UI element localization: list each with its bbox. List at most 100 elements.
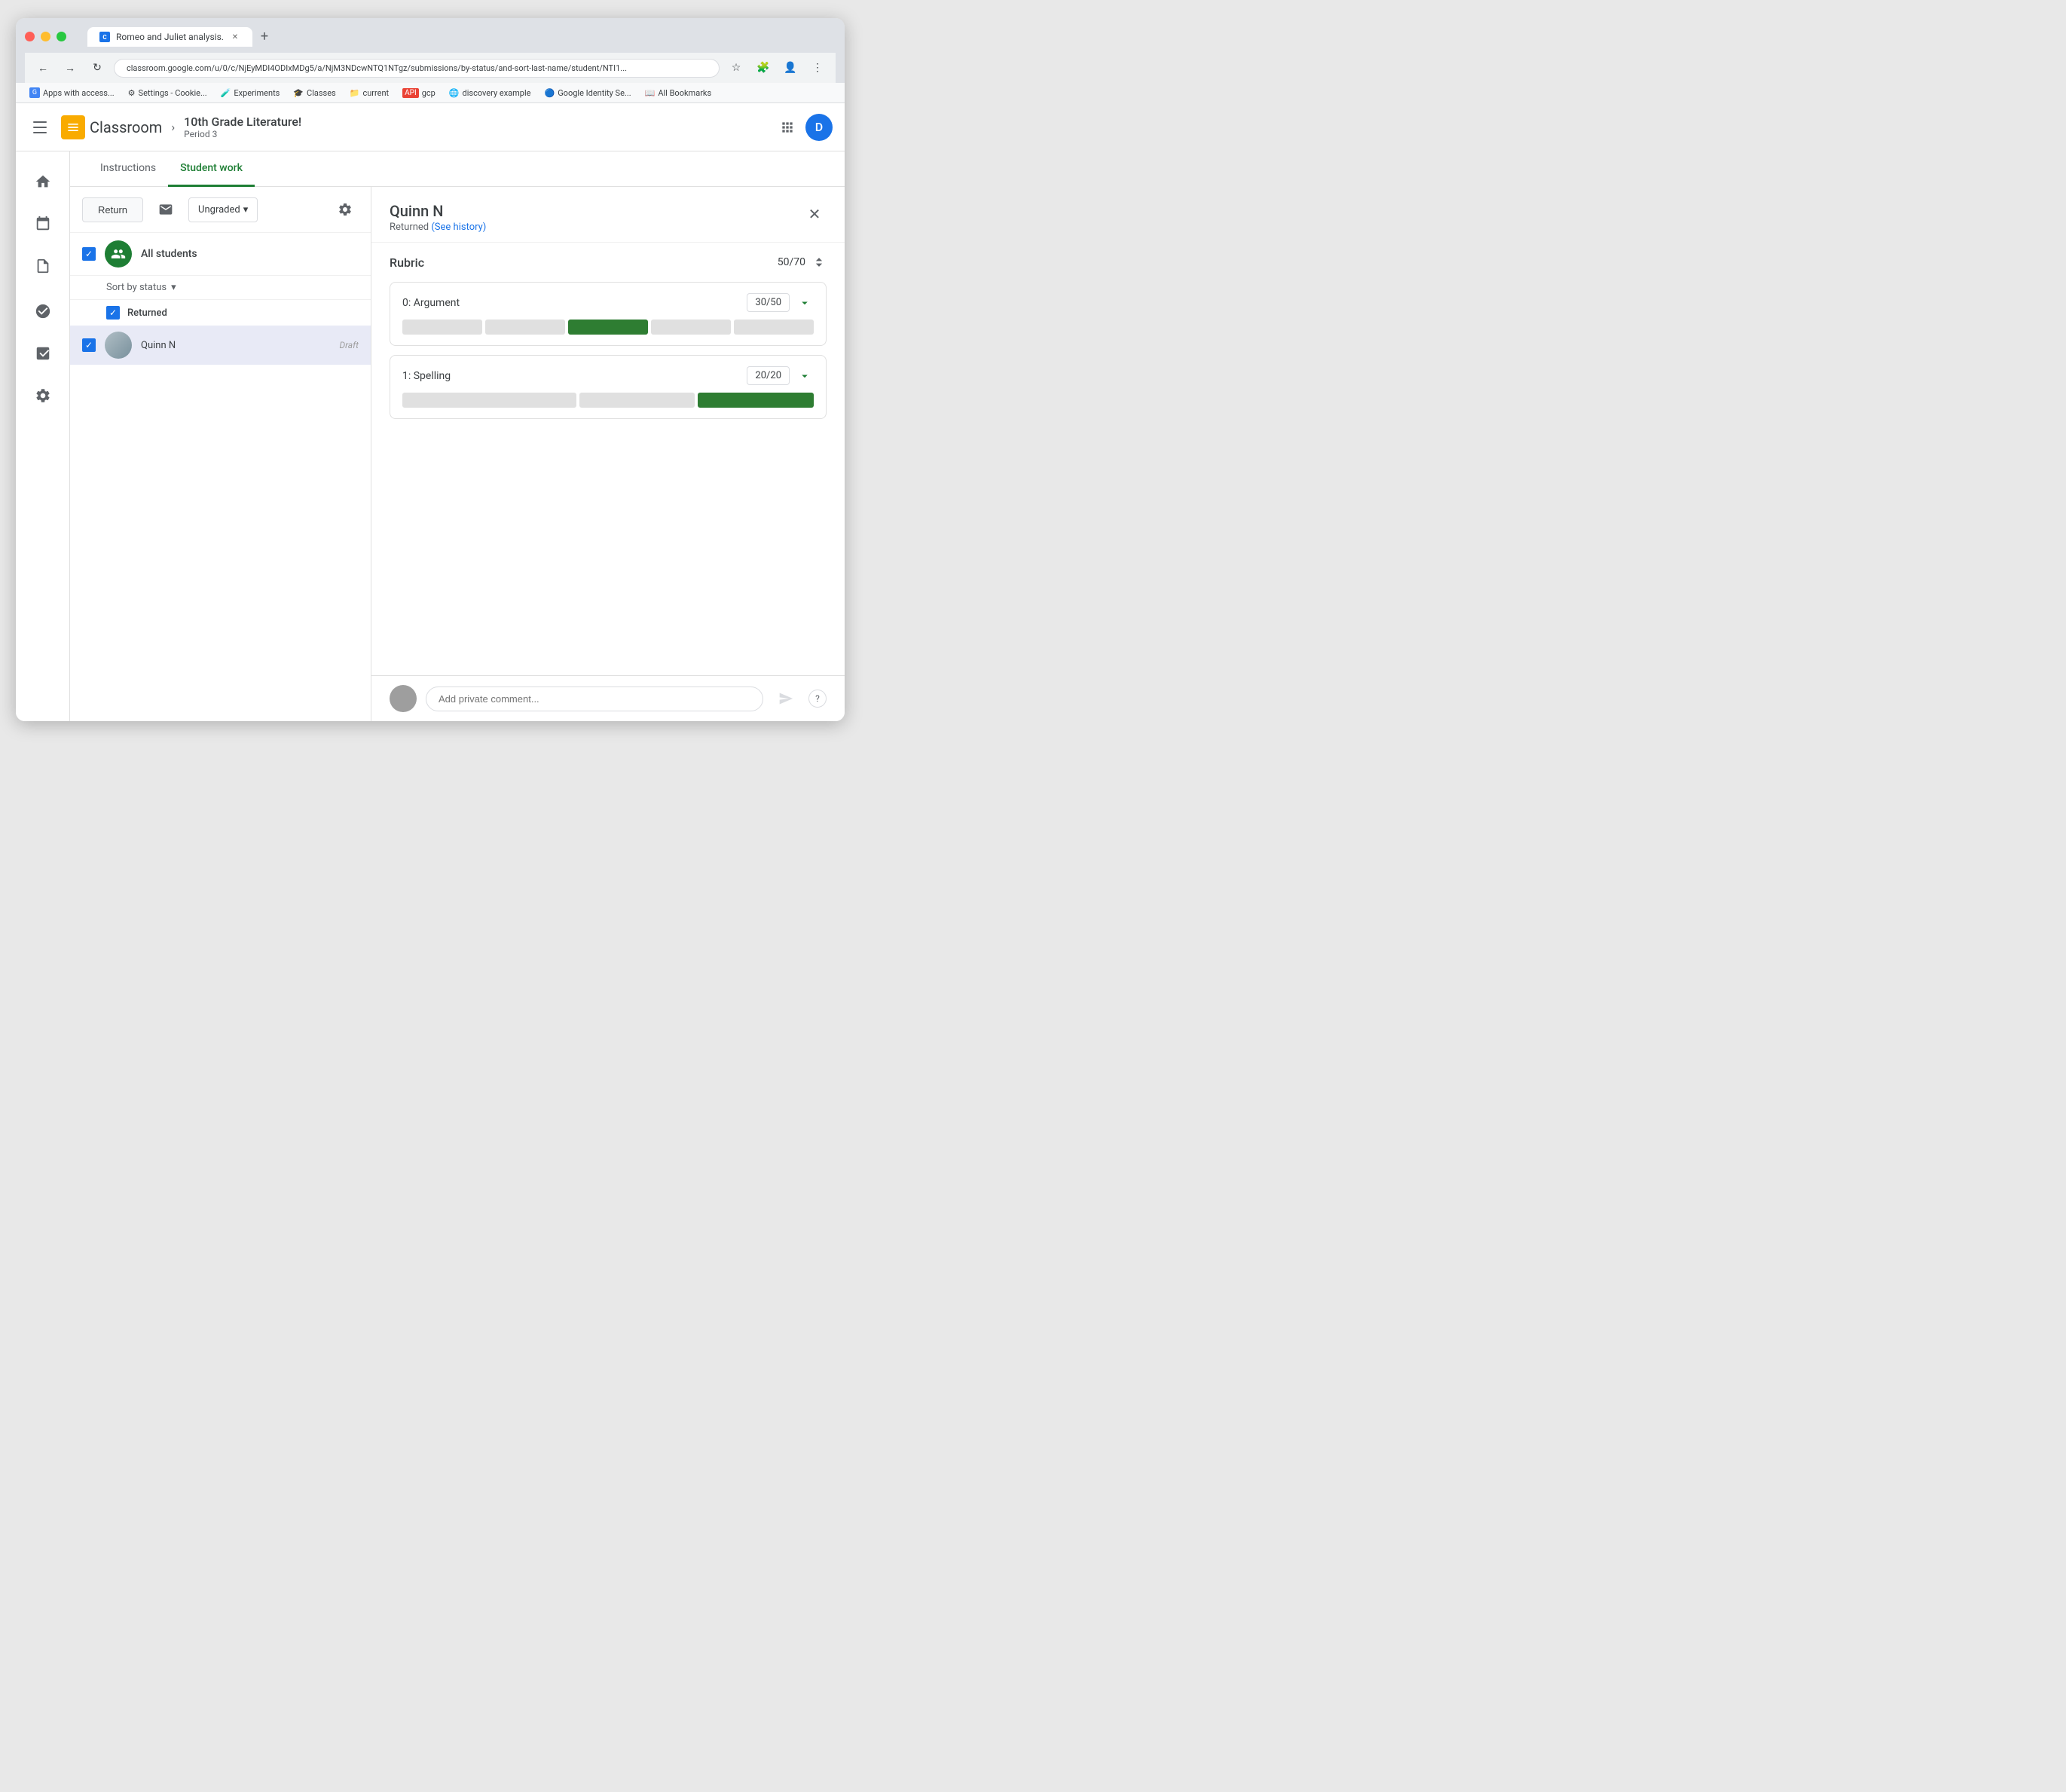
bookmark-apps[interactable]: G Apps with access... — [25, 86, 119, 99]
menu-button[interactable]: ⋮ — [807, 57, 828, 78]
bookmark-discovery-icon: 🌐 — [449, 88, 460, 98]
tab-favicon: C — [99, 32, 110, 42]
content-area: Instructions Student work Return — [70, 151, 845, 721]
panel-settings-button[interactable] — [332, 196, 359, 223]
app-header: Classroom › 10th Grade Literature! Perio… — [16, 103, 845, 151]
header-actions: D — [775, 114, 833, 141]
user-avatar[interactable]: D — [805, 114, 833, 141]
grade-dropdown-chevron-icon: ▾ — [243, 204, 249, 216]
bookmark-classes[interactable]: 🎓 Classes — [289, 87, 340, 99]
maximize-window-button[interactable] — [57, 32, 66, 41]
tab-close-button[interactable]: ✕ — [230, 32, 240, 42]
bookmark-gcp[interactable]: API gcp — [398, 87, 440, 99]
argument-progress-bar — [402, 320, 814, 335]
spelling-progress-bar — [402, 393, 814, 408]
all-students-row[interactable]: ✓ All students — [70, 233, 371, 276]
bookmark-google-identity-icon: 🔵 — [544, 88, 555, 98]
all-students-avatar — [105, 240, 132, 268]
browser-tab-active[interactable]: C Romeo and Juliet analysis. ✕ — [87, 27, 252, 47]
tab-instructions[interactable]: Instructions — [88, 151, 168, 187]
course-period: Period 3 — [184, 129, 766, 139]
sidebar-item-calendar[interactable] — [22, 206, 64, 242]
new-tab-button[interactable]: + — [254, 26, 275, 47]
rubric-item-spelling-expand-button[interactable] — [796, 367, 814, 385]
back-button[interactable]: ← — [32, 57, 53, 78]
all-students-checkbox[interactable]: ✓ — [82, 247, 96, 261]
bookmark-current[interactable]: 📁 current — [345, 87, 393, 99]
student-avatar — [105, 332, 132, 359]
bookmark-classes-icon: 🎓 — [293, 88, 304, 98]
close-window-button[interactable] — [25, 32, 35, 41]
see-history-link[interactable]: (See history) — [431, 222, 486, 233]
sort-label: Sort by status — [106, 282, 167, 293]
rubric-item-argument-score-area: 30/50 — [747, 293, 814, 312]
bookmark-button[interactable]: ☆ — [726, 57, 747, 78]
google-apps-icon[interactable] — [775, 115, 799, 139]
spelling-seg-2 — [579, 393, 695, 408]
bookmark-all[interactable]: 📖 All Bookmarks — [640, 87, 717, 99]
bookmark-settings[interactable]: ⚙ Settings - Cookie... — [124, 87, 212, 99]
rubric-item-argument-title: 0: Argument — [402, 297, 460, 309]
rubric-item-argument: 0: Argument 30/50 — [390, 282, 827, 346]
rubric-header: Rubric 50/70 — [390, 255, 827, 270]
student-avatar-image — [105, 332, 132, 359]
bookmarks-bar: G Apps with access... ⚙ Settings - Cooki… — [16, 83, 845, 103]
bookmark-google-identity[interactable]: 🔵 Google Identity Se... — [539, 87, 635, 99]
returned-section-header: ✓ Returned — [70, 300, 371, 326]
profile-button[interactable]: 👤 — [780, 57, 801, 78]
rubric-item-argument-expand-button[interactable] — [796, 294, 814, 312]
sidebar-item-grades[interactable] — [22, 248, 64, 284]
private-comment-input[interactable] — [426, 687, 763, 711]
forward-button[interactable]: → — [60, 57, 81, 78]
bookmark-apps-label: Apps with access... — [43, 88, 115, 98]
sort-row: Sort by status ▾ — [70, 276, 371, 300]
sidebar-item-home[interactable] — [22, 164, 64, 200]
sidebar-item-expand[interactable] — [22, 293, 64, 329]
returned-checkbox[interactable]: ✓ — [106, 306, 120, 320]
rubric-item-spelling-score: 20/20 — [747, 366, 790, 385]
detail-status: Returned (See history) — [390, 222, 486, 233]
course-info: 10th Grade Literature! Period 3 — [184, 115, 766, 139]
commenter-avatar — [390, 685, 417, 712]
rubric-score-stepper[interactable] — [811, 255, 827, 270]
bookmark-classes-label: Classes — [307, 88, 336, 98]
hamburger-line — [33, 121, 47, 123]
help-button[interactable]: ? — [808, 690, 827, 708]
extension-button[interactable]: 🧩 — [753, 57, 774, 78]
reload-button[interactable]: ↻ — [87, 57, 108, 78]
main-layout: Instructions Student work Return — [16, 151, 845, 721]
grade-filter-label: Ungraded — [198, 204, 240, 216]
classroom-icon — [61, 115, 85, 139]
returned-section-label: Returned — [127, 307, 167, 319]
course-title: 10th Grade Literature! — [184, 115, 766, 129]
hamburger-menu-button[interactable] — [28, 115, 52, 139]
detail-content: Rubric 50/70 — [371, 243, 845, 675]
classroom-logo: Classroom — [61, 115, 162, 139]
sidebar-item-settings[interactable] — [22, 378, 64, 414]
sidebar-item-assignment[interactable] — [22, 335, 64, 372]
email-icon-button[interactable] — [152, 196, 179, 223]
bookmark-all-label: All Bookmarks — [658, 88, 711, 98]
spelling-seg-3 — [698, 393, 814, 408]
bookmark-discovery[interactable]: 🌐 discovery example — [445, 87, 536, 99]
send-comment-button[interactable] — [772, 685, 799, 712]
argument-seg-5 — [734, 320, 814, 335]
detail-student-name: Quinn N — [390, 202, 486, 220]
bookmark-google-identity-label: Google Identity Se... — [558, 88, 631, 98]
argument-seg-4 — [651, 320, 731, 335]
tab-student-work[interactable]: Student work — [168, 151, 255, 187]
sort-dropdown-icon[interactable]: ▾ — [171, 282, 176, 293]
rubric-item-spelling-title: 1: Spelling — [402, 370, 451, 382]
student-work-area: Return Ungraded ▾ — [70, 187, 845, 721]
sidebar — [16, 151, 70, 721]
grade-filter-dropdown[interactable]: Ungraded ▾ — [188, 197, 258, 222]
rubric-item-spelling-score-area: 20/20 — [747, 366, 814, 385]
bookmark-experiments[interactable]: 🧪 Experiments — [216, 87, 285, 99]
student-row[interactable]: ✓ Quinn N Draft — [70, 326, 371, 365]
minimize-window-button[interactable] — [41, 32, 50, 41]
address-input[interactable]: classroom.google.com/u/0/c/NjEyMDI4ODIxM… — [114, 59, 720, 78]
return-button[interactable]: Return — [82, 197, 143, 222]
bookmark-current-icon: 📁 — [350, 88, 360, 98]
student-checkbox[interactable]: ✓ — [82, 338, 96, 352]
close-detail-button[interactable]: ✕ — [802, 202, 827, 226]
